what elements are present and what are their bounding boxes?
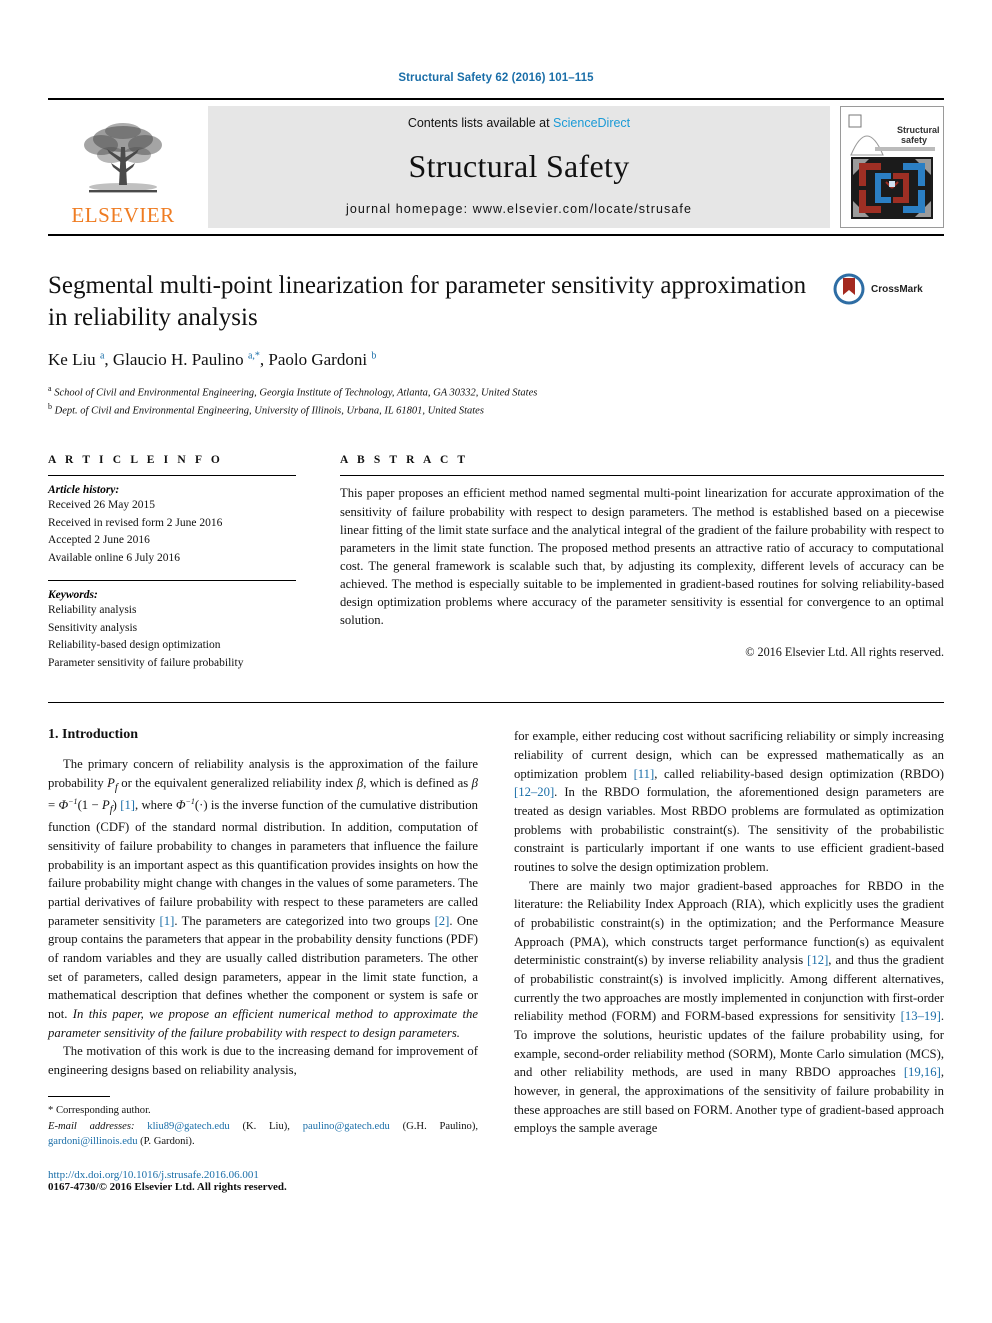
journal-title: Structural Safety bbox=[408, 147, 630, 184]
email-owner-paulino: (G.H. Paulino) bbox=[402, 1120, 476, 1132]
title-text-group: Segmental multi-point linearization for … bbox=[48, 270, 832, 418]
citation-link[interactable]: [1] bbox=[120, 798, 135, 812]
intro-paragraph-4: There are mainly two major gradient-base… bbox=[514, 878, 944, 1136]
journal-cover-artwork: Structural safety bbox=[845, 111, 939, 223]
citation-link[interactable]: [12] bbox=[807, 953, 828, 967]
email-link-gardoni[interactable]: gardoni@illinois.edu bbox=[48, 1136, 138, 1147]
abstract-rule bbox=[340, 475, 944, 477]
citation-link[interactable]: [13–19] bbox=[901, 1009, 941, 1023]
email-addresses-note: E-mail addresses: kliu89@gatech.edu (K. … bbox=[48, 1120, 479, 1148]
keyword-item: Parameter sensitivity of failure probabi… bbox=[48, 656, 244, 669]
title-block: Segmental multi-point linearization for … bbox=[48, 270, 944, 418]
abstract-text: This paper proposes an efficient method … bbox=[340, 486, 944, 628]
article-info-column: A R T I C L E I N F O Article history: R… bbox=[48, 454, 296, 672]
history-online: Available online 6 July 2016 bbox=[48, 551, 181, 564]
email-link-paulino[interactable]: paulino@gatech.edu bbox=[303, 1121, 390, 1132]
affiliation-a-text: School of Civil and Environmental Engine… bbox=[54, 387, 538, 399]
intro-paragraph-2: The motivation of this work is due to th… bbox=[48, 1044, 478, 1077]
body-columns: 1. Introduction The primary concern of r… bbox=[48, 727, 944, 1193]
history-received: Received 26 May 2015 bbox=[48, 499, 155, 512]
abstract-body: This paper proposes an efficient method … bbox=[340, 484, 944, 629]
affiliation-b: b Dept. of Civil and Environmental Engin… bbox=[48, 401, 484, 417]
corresponding-author-note: * Corresponding author. bbox=[48, 1104, 151, 1116]
footer-identifiers: http://dx.doi.org/10.1016/j.strusafe.201… bbox=[48, 1169, 478, 1193]
contents-prefix: Contents lists available at bbox=[407, 116, 554, 130]
running-head: Structural Safety 62 (2016) 101–115 bbox=[398, 72, 594, 84]
body-divider bbox=[48, 702, 944, 704]
doi-link[interactable]: http://dx.doi.org/10.1016/j.strusafe.201… bbox=[48, 1169, 478, 1181]
history-accepted: Accepted 2 June 2016 bbox=[48, 534, 150, 547]
email-label: E-mail addresses: bbox=[48, 1120, 135, 1132]
abstract-column: A B S T R A C T This paper proposes an e… bbox=[340, 454, 944, 672]
keywords-rule bbox=[48, 580, 296, 582]
svg-text:Structural: Structural bbox=[897, 125, 939, 135]
section-heading-introduction: 1. Introduction bbox=[48, 727, 138, 743]
intro-paragraph-1: The primary concern of reliability analy… bbox=[48, 757, 478, 1040]
footnote-block: * Corresponding author. E-mail addresses… bbox=[48, 1095, 479, 1193]
keywords-label: Keywords: bbox=[48, 589, 98, 602]
elsevier-tree-icon bbox=[84, 123, 162, 193]
affiliation-a: a School of Civil and Environmental Engi… bbox=[48, 384, 538, 399]
citation-link[interactable]: [12–20] bbox=[514, 785, 554, 799]
contents-list-line: Contents lists available at ScienceDirec… bbox=[408, 116, 630, 130]
keyword-item: Sensitivity analysis bbox=[48, 621, 138, 634]
article-info-heading: A R T I C L E I N F O bbox=[48, 454, 223, 467]
email-link-liu[interactable]: kliu89@gatech.edu bbox=[147, 1121, 229, 1132]
keyword-item: Reliability analysis bbox=[48, 604, 137, 617]
intro-paragraph-3: for example, either reducing cost withou… bbox=[514, 729, 944, 874]
affiliation-b-text: Dept. of Civil and Environmental Enginee… bbox=[54, 405, 484, 417]
citation-link[interactable]: [19,16] bbox=[904, 1065, 941, 1079]
masthead-center: Contents lists available at ScienceDirec… bbox=[208, 106, 830, 228]
crossmark-icon bbox=[833, 273, 865, 305]
abstract-copyright: © 2016 Elsevier Ltd. All rights reserved… bbox=[745, 645, 944, 660]
journal-homepage-link[interactable]: journal homepage: www.elsevier.com/locat… bbox=[346, 202, 692, 216]
svg-text:safety: safety bbox=[901, 135, 927, 145]
sciencedirect-link[interactable]: ScienceDirect bbox=[553, 116, 630, 130]
email-owner-liu: (K. Liu) bbox=[242, 1120, 288, 1132]
crossmark-label: CrossMark bbox=[871, 283, 923, 295]
elsevier-logo: ELSEVIER bbox=[48, 106, 198, 228]
paper-page: Structural Safety 62 (2016) 101–115 ELSE… bbox=[0, 0, 992, 1323]
journal-cover-thumbnail[interactable]: Structural safety bbox=[840, 106, 944, 228]
body-column-right: for example, either reducing cost withou… bbox=[514, 727, 944, 1193]
history-revised: Received in revised form 2 June 2016 bbox=[48, 516, 223, 529]
email-owner-gardoni: (P. Gardoni) bbox=[140, 1136, 192, 1148]
footnote-rule bbox=[48, 1095, 110, 1097]
keyword-item: Reliability-based design optimization bbox=[48, 639, 221, 652]
citation-link[interactable]: [1] bbox=[160, 914, 175, 928]
page-title: Segmental multi-point linearization for … bbox=[48, 272, 807, 331]
info-abstract-section: A R T I C L E I N F O Article history: R… bbox=[48, 454, 944, 672]
article-info-rule bbox=[48, 475, 296, 477]
affiliation-list: a School of Civil and Environmental Engi… bbox=[48, 383, 816, 418]
article-history-label: Article history: bbox=[48, 484, 120, 497]
abstract-heading: A B S T R A C T bbox=[340, 454, 469, 467]
issn-copyright-line: 0167-4730/© 2016 Elsevier Ltd. All right… bbox=[48, 1181, 287, 1194]
body-column-left: 1. Introduction The primary concern of r… bbox=[48, 727, 478, 1193]
author-list: Ke Liu a, Glaucio H. Paulino a,*, Paolo … bbox=[48, 350, 377, 369]
journal-masthead: ELSEVIER Contents lists available at Sci… bbox=[48, 98, 944, 236]
citation-link[interactable]: [2] bbox=[435, 914, 450, 928]
citation-link[interactable]: [11] bbox=[634, 767, 655, 781]
crossmark-badge[interactable]: CrossMark bbox=[832, 270, 944, 306]
elsevier-wordmark: ELSEVIER bbox=[71, 203, 175, 227]
